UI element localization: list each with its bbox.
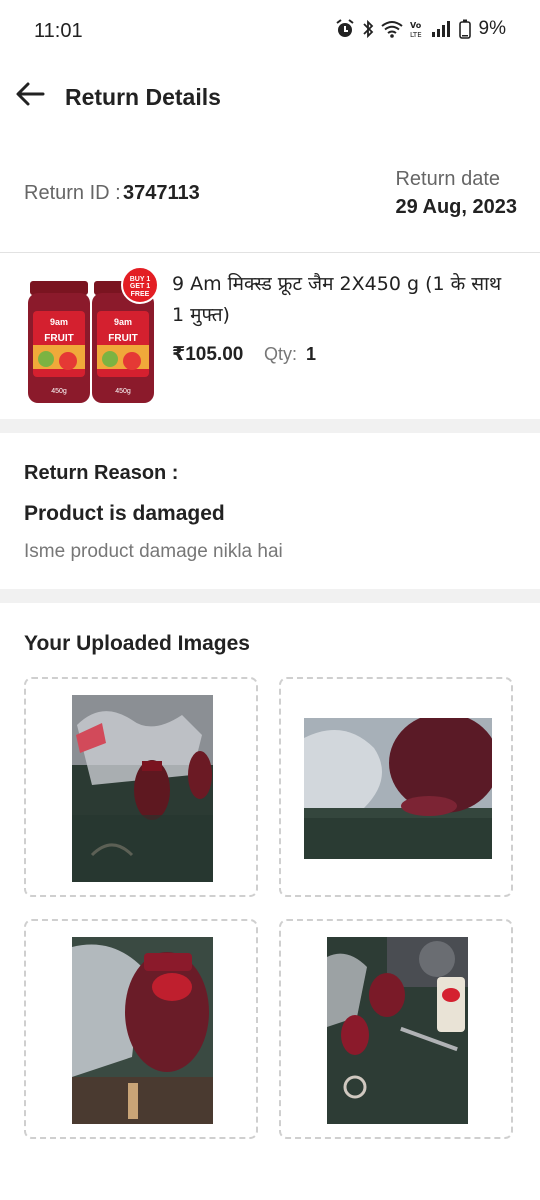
page-title: Return Details (65, 84, 221, 110)
uploaded-image-card[interactable] (279, 677, 513, 897)
product-image: 9am FRUIT 450g 9am FRUIT 450g BUY 1 GET … (28, 267, 159, 403)
return-id-label: Return ID : (24, 182, 121, 204)
uploaded-photo (72, 695, 213, 882)
svg-text:GET 1: GET 1 (130, 283, 150, 290)
uploaded-images-title: Your Uploaded Images (24, 632, 250, 655)
svg-text:BUY 1: BUY 1 (130, 276, 151, 283)
return-reason-description: Isme product damage nikla hai (24, 541, 283, 562)
product-name: 9 Am मिक्स्ड फ्रूट जैम 2X450 g (1 के साथ… (172, 273, 502, 326)
uploaded-photo (72, 937, 213, 1124)
battery-icon (458, 19, 471, 39)
volte-icon: VoLTE (410, 21, 422, 39)
status-icons: Vo LTE 9% (335, 18, 506, 40)
status-time: 11:01 (34, 20, 83, 42)
product-price: ₹105.00 (172, 344, 244, 365)
svg-text:9am: 9am (114, 317, 132, 327)
return-reason-heading: Return Reason : (24, 462, 179, 484)
return-id-value: 3747113 (123, 182, 200, 204)
uploaded-image-card[interactable] (279, 919, 513, 1139)
return-reason-value: Product is damaged (24, 502, 225, 525)
qty-value: 1 (306, 344, 317, 364)
bluetooth-icon (362, 19, 373, 39)
jar-brand-text: 9am (50, 317, 68, 327)
app-header: Return Details (0, 64, 540, 130)
return-date-value: 29 Aug, 2023 (395, 196, 517, 218)
product-card[interactable]: 9am FRUIT 450g 9am FRUIT 450g BUY 1 GET … (0, 253, 540, 419)
wifi-icon (380, 21, 403, 38)
uploaded-photo (327, 937, 468, 1124)
uploaded-image-card[interactable] (24, 677, 258, 897)
svg-text:Vo: Vo (410, 21, 422, 30)
arrow-back-icon (16, 82, 45, 106)
battery-percent: 9% (478, 18, 506, 39)
jar-label-text: FRUIT (44, 333, 73, 344)
svg-text:450g: 450g (115, 388, 131, 395)
uploaded-image-card[interactable] (24, 919, 258, 1139)
signal-icon (431, 21, 450, 37)
return-info: Return ID : 3747113 Return date 29 Aug, … (0, 160, 540, 252)
alarm-icon (335, 19, 354, 37)
svg-text:LTE: LTE (410, 31, 422, 39)
jar-weight-text: 450g (51, 388, 67, 395)
back-button[interactable] (10, 74, 50, 114)
section-divider (0, 589, 540, 603)
section-divider (0, 419, 540, 433)
svg-text:FREE: FREE (131, 291, 150, 298)
return-date-label: Return date (395, 168, 500, 190)
qty-label: Qty: (264, 344, 298, 364)
uploaded-photo (304, 718, 492, 859)
status-bar: 11:01 Vo LTE 9% (0, 0, 540, 64)
svg-text:FRUIT: FRUIT (108, 333, 137, 344)
